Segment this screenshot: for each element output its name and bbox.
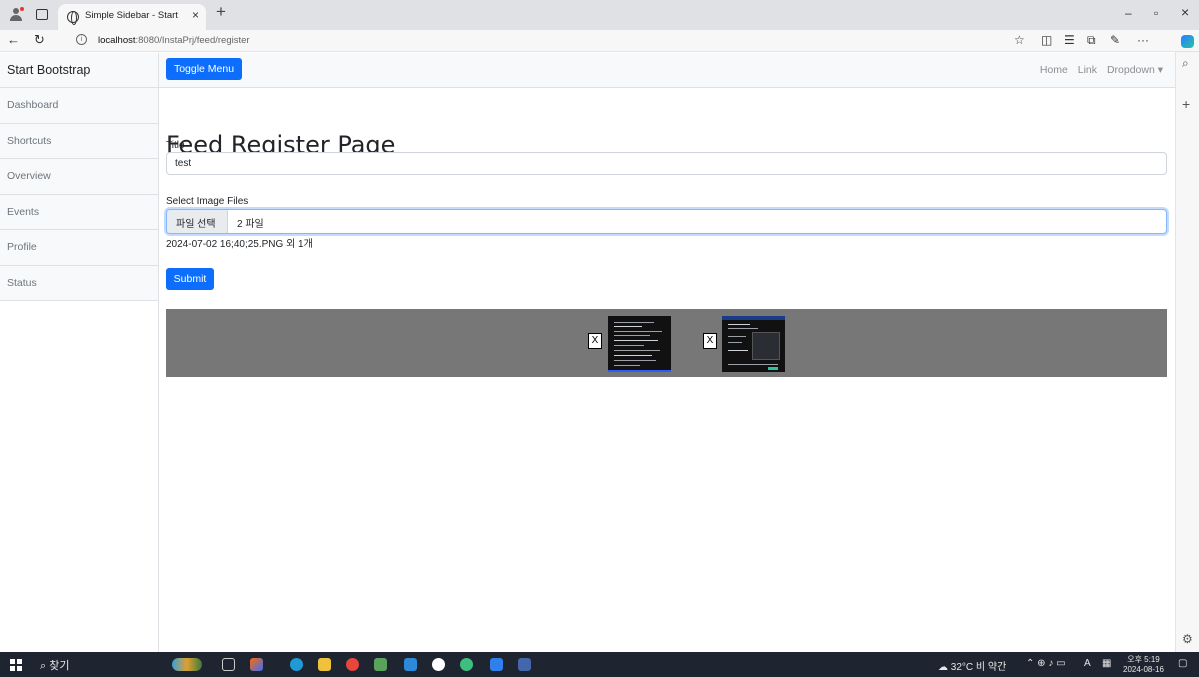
- copilot-icon[interactable]: [1181, 35, 1194, 48]
- new-tab-button[interactable]: +: [216, 2, 226, 22]
- browser-tab[interactable]: Simple Sidebar - Start Bootstrap ×: [58, 4, 206, 30]
- refresh-icon[interactable]: ↻: [34, 32, 45, 48]
- nav-link-link[interactable]: Link: [1078, 64, 1097, 76]
- top-navbar: Toggle Menu Home Link Dropdown ▾: [159, 53, 1175, 88]
- system-tray-icons[interactable]: ⌃ ⊕ ♪ ▭: [1026, 658, 1066, 669]
- windows-start-icon[interactable]: [10, 659, 22, 671]
- sidebar-item-shortcuts[interactable]: Shortcuts: [0, 123, 158, 159]
- taskbar-search-label: 찾기: [49, 660, 70, 672]
- toggle-menu-button[interactable]: Toggle Menu: [166, 58, 242, 80]
- choose-file-button[interactable]: 파일 선택: [167, 210, 228, 233]
- url-path: :8080/InstaPrj/feed/register: [135, 35, 250, 46]
- weather-text: 32°C 비 약간: [950, 662, 1007, 673]
- settings-gear-icon[interactable]: ⚙: [1182, 632, 1193, 646]
- taskbar-clock[interactable]: 오후 5:19 2024-08-16: [1123, 655, 1164, 675]
- tab-title: Simple Sidebar - Start Bootstrap: [85, 10, 179, 21]
- minimize-button[interactable]: –: [1125, 6, 1132, 20]
- notification-icon[interactable]: ▢: [1178, 658, 1187, 669]
- edge-browser-icon[interactable]: [290, 658, 303, 671]
- restore-button[interactable]: ▫: [1154, 6, 1158, 20]
- extensions-icon[interactable]: ✎: [1110, 33, 1120, 47]
- app-icon[interactable]: [518, 658, 531, 671]
- url-field[interactable]: i localhost:8080/InstaPrj/feed/register: [66, 32, 1016, 50]
- nav-link-home[interactable]: Home: [1040, 64, 1068, 76]
- clock-time: 오후 5:19: [1127, 655, 1160, 664]
- remove-image-button[interactable]: X: [703, 333, 717, 349]
- widgets-icon[interactable]: [172, 658, 202, 671]
- nav-dropdown[interactable]: Dropdown ▾: [1107, 64, 1163, 76]
- sidebar: Start Bootstrap Dashboard Shortcuts Over…: [0, 53, 159, 652]
- sidebar-item-dashboard[interactable]: Dashboard: [0, 88, 158, 124]
- tab-actions-icon[interactable]: [36, 9, 48, 20]
- browser-side-panel: ⌕ + ⚙: [1175, 52, 1199, 652]
- copilot-taskbar-icon[interactable]: [250, 658, 263, 671]
- collections-icon[interactable]: ⧉: [1087, 33, 1096, 48]
- intellij-icon[interactable]: [404, 658, 417, 671]
- browser-tab-strip: Simple Sidebar - Start Bootstrap × + – ▫…: [0, 0, 1199, 30]
- image-thumbnail: [608, 316, 671, 372]
- submit-button[interactable]: Submit: [166, 268, 214, 290]
- split-screen-icon[interactable]: ◫: [1041, 33, 1052, 47]
- keyboard-icon[interactable]: ▦: [1102, 658, 1111, 669]
- title-label: Title: [166, 140, 185, 151]
- add-icon[interactable]: +: [1182, 96, 1190, 112]
- sidebar-item-status[interactable]: Status: [0, 265, 158, 301]
- sidebar-item-profile[interactable]: Profile: [0, 230, 158, 266]
- weather-indicator[interactable]: ☁ 32°C 비 약간: [938, 658, 1006, 673]
- back-arrow-icon[interactable]: ←: [7, 32, 20, 47]
- search-icon[interactable]: ⌕: [1182, 56, 1189, 71]
- title-input[interactable]: [166, 152, 1167, 175]
- close-window-button[interactable]: ×: [1181, 4, 1189, 20]
- globe-icon: [67, 11, 79, 25]
- file-explorer-icon[interactable]: [318, 658, 331, 671]
- app-icon[interactable]: [460, 658, 473, 671]
- selected-file-names: 2024-07-02 16;40;25.PNG 외 1개: [166, 239, 313, 250]
- ime-indicator[interactable]: A: [1084, 658, 1091, 669]
- windows-taskbar: ⌕ 찾기 ☁ 32°C 비 약간 ⌃ ⊕ ♪ ▭ A ▦ 오후 5:19 202…: [0, 652, 1199, 677]
- image-files-label: Select Image Files: [166, 196, 249, 207]
- task-view-icon[interactable]: [222, 658, 235, 671]
- web-page: Start Bootstrap Dashboard Shortcuts Over…: [0, 53, 1175, 652]
- site-info-icon[interactable]: i: [76, 34, 87, 45]
- nav-links: Home Link Dropdown ▾: [1033, 64, 1163, 76]
- profile-icon[interactable]: [9, 6, 25, 22]
- url-host: localhost: [98, 35, 136, 46]
- image-preview-area: X X: [166, 309, 1167, 377]
- remove-image-button[interactable]: X: [588, 333, 602, 349]
- favorite-star-icon[interactable]: ☆: [1014, 33, 1025, 47]
- sidebar-item-events[interactable]: Events: [0, 194, 158, 230]
- image-file-input[interactable]: 파일 선택 2 파일: [166, 209, 1167, 234]
- github-icon[interactable]: [432, 658, 445, 671]
- tab-close-icon[interactable]: ×: [192, 8, 199, 22]
- more-menu-icon[interactable]: ···: [1137, 33, 1149, 47]
- sidebar-item-overview[interactable]: Overview: [0, 159, 158, 195]
- vscode-icon[interactable]: [490, 658, 503, 671]
- chrome-icon[interactable]: [346, 658, 359, 671]
- address-bar: ← ↻ i localhost:8080/InstaPrj/feed/regis…: [0, 30, 1199, 52]
- favorites-list-icon[interactable]: ☰: [1064, 33, 1075, 47]
- selected-file-count: 2 파일: [237, 219, 264, 230]
- clock-date: 2024-08-16: [1123, 665, 1164, 674]
- image-thumbnail: [722, 316, 785, 372]
- sidebar-heading: Start Bootstrap: [0, 53, 158, 88]
- notepad-icon[interactable]: [374, 658, 387, 671]
- taskbar-search[interactable]: ⌕ 찾기: [40, 657, 69, 673]
